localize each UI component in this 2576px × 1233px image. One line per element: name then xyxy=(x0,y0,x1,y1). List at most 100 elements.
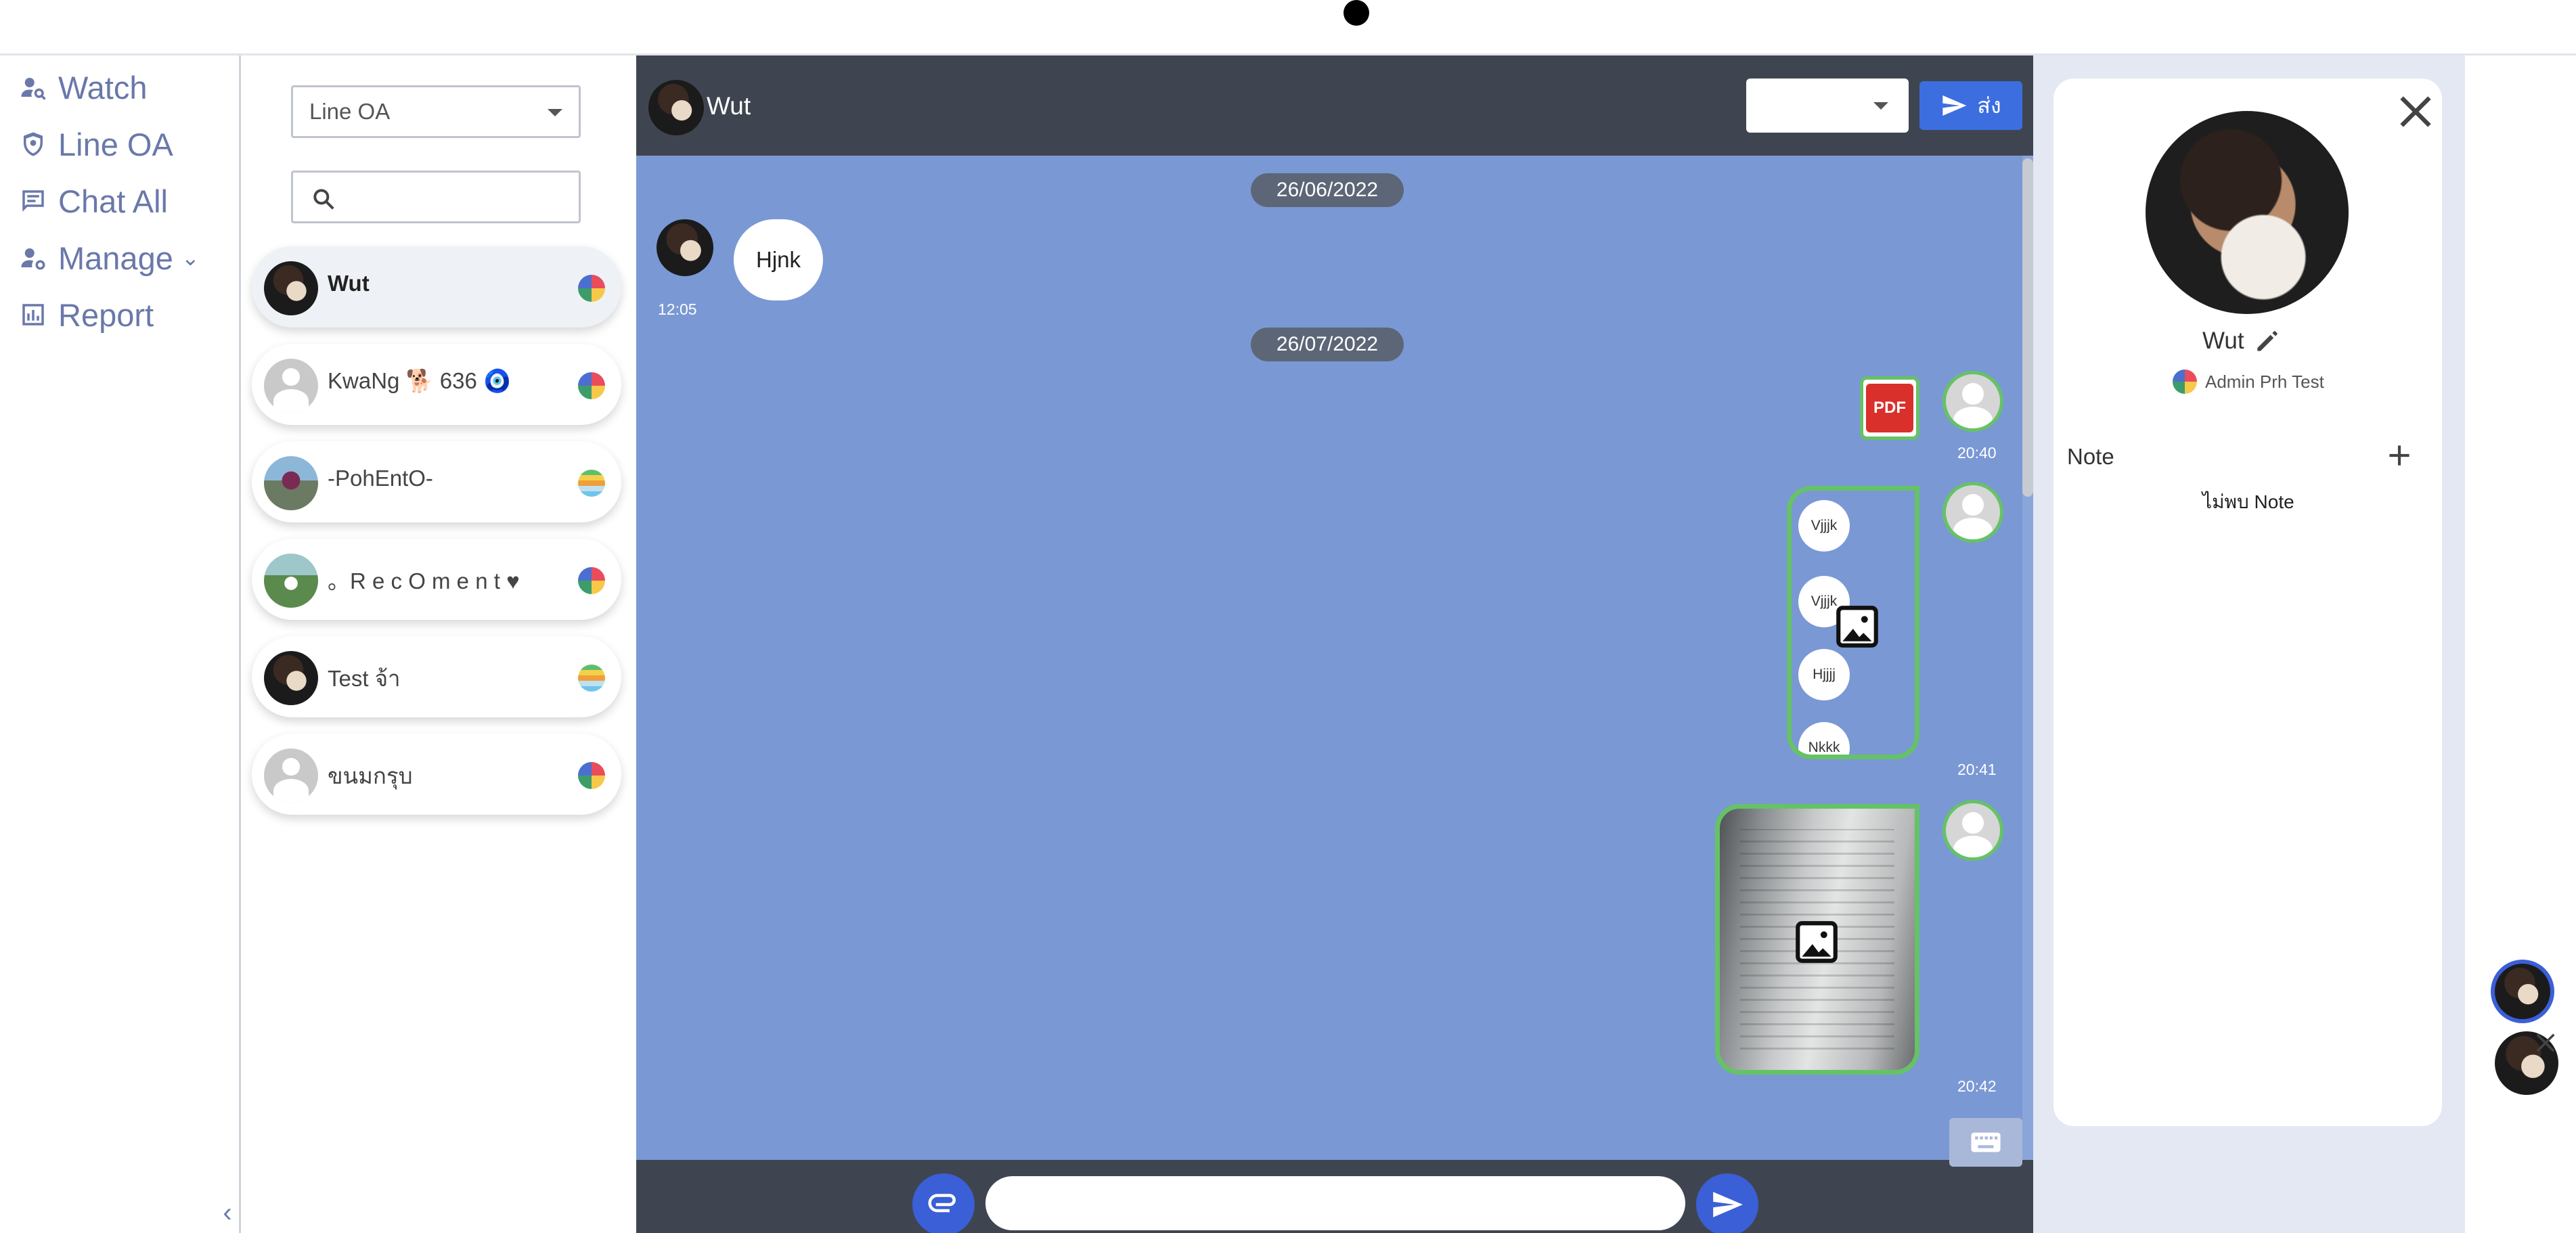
sidebar-item-watch[interactable]: Watch xyxy=(19,64,147,111)
image-icon xyxy=(1796,921,1838,963)
contact-item[interactable]: Wut xyxy=(252,246,621,328)
search-input[interactable] xyxy=(347,177,571,217)
pencil-icon[interactable] xyxy=(2252,326,2282,356)
sidebar-item-chat-all[interactable]: Chat All xyxy=(19,177,168,225)
image-icon xyxy=(1836,606,1878,648)
avatar xyxy=(264,748,318,803)
sidebar-item-label: Report xyxy=(58,296,154,333)
sidebar-item-line-oa[interactable]: Line OA xyxy=(19,120,173,168)
avatar xyxy=(1942,482,2003,543)
avatar xyxy=(264,261,318,315)
plus-icon[interactable] xyxy=(2382,439,2416,472)
chat-title: Wut xyxy=(707,92,751,120)
date-separator: 26/06/2022 xyxy=(1251,173,1404,207)
sidebar-item-label: Line OA xyxy=(58,126,173,162)
avatar xyxy=(264,651,318,705)
shield-icon xyxy=(24,132,43,156)
top-bar xyxy=(0,0,2576,55)
contact-item[interactable]: -PohEntO- xyxy=(252,441,621,522)
user-gear-icon xyxy=(21,248,45,270)
contact-name: 。R e c O m e n t ♥ xyxy=(328,568,520,593)
contact-name: ขนมกรุบ xyxy=(328,763,413,788)
send-message-button[interactable] xyxy=(1696,1173,1758,1233)
contact-name: -PohEntO- xyxy=(328,466,433,491)
chat-header: Wut ส่ง xyxy=(636,55,2033,156)
contact-name: KwaNg 🐕 636 🧿 xyxy=(328,368,512,393)
contact-item[interactable]: KwaNg 🐕 636 🧿 xyxy=(252,344,621,425)
sidebar-item-label: Chat All xyxy=(58,183,168,219)
pdf-attachment[interactable]: PDF xyxy=(1860,376,1919,440)
caret-down-icon xyxy=(548,109,562,116)
oa-badge-icon xyxy=(578,762,605,789)
mini-bubble: Hjjjj xyxy=(1798,649,1850,700)
contact-name: Test จ้า xyxy=(328,666,401,691)
profile-avatar xyxy=(2146,111,2349,314)
incoming-message-bubble: Hjnk xyxy=(734,219,823,300)
contact-name: Wut xyxy=(328,271,370,296)
oa-badge-icon xyxy=(578,372,605,399)
message-time: 20:42 xyxy=(1957,1077,1997,1095)
search-icon xyxy=(313,189,334,210)
date-separator: 26/07/2022 xyxy=(1251,328,1404,361)
chat-head-active[interactable] xyxy=(2491,960,2554,1023)
keyboard-toggle-button[interactable] xyxy=(1949,1118,2022,1167)
avatar xyxy=(264,359,318,413)
profile-name: Wut xyxy=(2202,328,2244,354)
person-search-icon xyxy=(21,78,46,100)
collapse-sidebar-button[interactable]: ‹ xyxy=(215,1192,240,1233)
message-time: 20:41 xyxy=(1957,761,1997,778)
paperclip-icon xyxy=(928,1194,956,1213)
chat-panel: Wut ส่ง 26/06/2022 Hjnk 12:05 26/07/2022… xyxy=(636,55,2033,1233)
line-oa-select[interactable]: Line OA xyxy=(291,85,581,138)
image-message[interactable] xyxy=(1715,804,1919,1075)
oa-badge-icon xyxy=(2173,369,2197,394)
chevron-down-icon: ⌄ xyxy=(181,246,200,270)
app-root: Watch Line OA Chat All Manage ⌄ Report ‹… xyxy=(0,0,2576,1233)
close-icon[interactable] xyxy=(2392,88,2439,135)
admin-name: Admin Prh Test xyxy=(2205,371,2324,392)
avatar xyxy=(1942,371,2003,432)
pdf-icon: PDF xyxy=(1866,384,1913,432)
contact-item[interactable]: Test จ้า xyxy=(252,636,621,717)
sidebar-item-label: Manage xyxy=(58,240,173,276)
oa-badge-icon xyxy=(578,567,605,594)
message-input[interactable] xyxy=(985,1176,1685,1230)
image-message[interactable]: Vjjjk Vjjjk Hjjjj Nkkk xyxy=(1787,486,1919,759)
attach-button[interactable] xyxy=(912,1173,975,1233)
oa-badge-icon xyxy=(578,470,605,497)
sidebar-item-label: Watch xyxy=(58,69,148,106)
send-button-label: ส่ง xyxy=(1977,93,2001,118)
assign-select[interactable] xyxy=(1746,79,1909,133)
mini-bubble: Vjjjk xyxy=(1798,500,1850,552)
chat-list-icon xyxy=(22,190,44,212)
mini-bubble: Nkkk xyxy=(1798,722,1850,755)
message-time: 20:40 xyxy=(1957,444,1997,462)
chat-scroll-thumb[interactable] xyxy=(2022,158,2033,497)
keyboard-icon xyxy=(1971,1132,2001,1152)
close-icon[interactable] xyxy=(2531,1029,2560,1057)
oa-badge-icon xyxy=(578,275,605,302)
note-heading: Note xyxy=(2067,444,2114,469)
caret-down-icon xyxy=(1873,102,1888,110)
sidebar-item-report[interactable]: Report xyxy=(19,291,154,338)
contact-list-panel: Line OA Wut KwaNg 🐕 636 🧿 -PohEntO- 。R e… xyxy=(241,55,636,1233)
message-time: 12:05 xyxy=(658,300,697,318)
camera-dot xyxy=(1343,0,1369,26)
send-icon xyxy=(1713,1192,1743,1217)
avatar xyxy=(648,80,704,135)
avatar xyxy=(657,219,713,276)
forward-send-button[interactable]: ส่ง xyxy=(1919,81,2022,130)
line-oa-select-value: Line OA xyxy=(309,99,391,124)
note-empty-text: ไม่พบ Note xyxy=(2202,491,2294,512)
avatar xyxy=(1942,800,2003,861)
contact-item[interactable]: 。R e c O m e n t ♥ xyxy=(252,539,621,620)
contact-item[interactable]: ขนมกรุบ xyxy=(252,734,621,815)
contact-search[interactable] xyxy=(291,171,581,223)
send-icon xyxy=(1942,95,1967,116)
sidebar-item-manage[interactable]: Manage ⌄ xyxy=(19,234,200,282)
oa-badge-icon xyxy=(578,665,605,692)
avatar xyxy=(264,456,318,510)
bar-chart-icon xyxy=(22,304,44,326)
sidebar-nav: Watch Line OA Chat All Manage ⌄ Report ‹ xyxy=(0,55,241,1233)
avatar xyxy=(264,554,318,608)
